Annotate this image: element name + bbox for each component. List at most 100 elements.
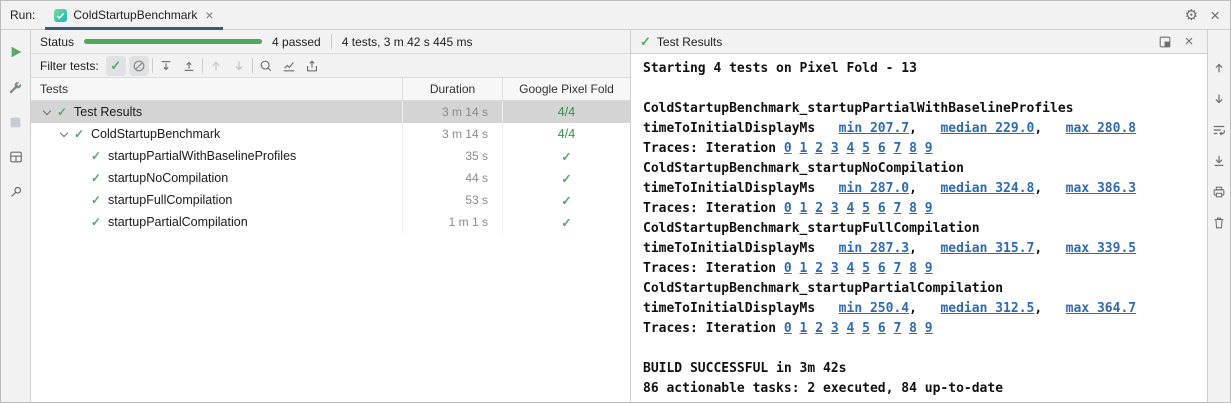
iteration-link[interactable]: 6 xyxy=(878,201,886,216)
tab-close-icon[interactable]: × xyxy=(205,8,213,22)
console-line: Traces: Iteration 0 1 2 3 4 5 6 7 8 9 xyxy=(643,259,1195,279)
console-text: Starting 4 tests on Pixel Fold - 13 xyxy=(643,61,917,76)
iteration-link[interactable]: 2 xyxy=(815,261,823,276)
iteration-link[interactable]: 2 xyxy=(815,201,823,216)
pin-icon[interactable] xyxy=(6,182,26,202)
close-console-icon[interactable]: × xyxy=(1180,33,1198,51)
console-text xyxy=(823,201,831,216)
collapse-all-icon[interactable] xyxy=(179,56,199,76)
iteration-link[interactable]: 6 xyxy=(878,261,886,276)
scroll-down-icon[interactable] xyxy=(1209,89,1229,109)
console-text xyxy=(917,141,925,156)
iteration-link[interactable]: 9 xyxy=(925,321,933,336)
export-test-results-icon[interactable] xyxy=(302,56,322,76)
build-wrench-icon[interactable] xyxy=(6,77,26,97)
show-ignored-icon[interactable] xyxy=(129,56,149,76)
show-passed-icon[interactable]: ✓ xyxy=(106,56,126,76)
statistics-icon[interactable] xyxy=(279,56,299,76)
test-name: startupFullCompilation xyxy=(108,193,232,207)
iteration-link[interactable]: 2 xyxy=(815,321,823,336)
rerun-tests-icon[interactable] xyxy=(6,42,26,62)
tree-row[interactable]: ✓Test Results3 m 14 s4/4 xyxy=(31,101,630,123)
chevron-down-icon[interactable] xyxy=(39,105,54,120)
tree-row[interactable]: ✓startupFullCompilation53 s✓ xyxy=(31,189,630,211)
iteration-link[interactable]: 0 xyxy=(784,261,792,276)
tree-row[interactable]: ✓startupNoCompilation44 s✓ xyxy=(31,167,630,189)
median-trace-link[interactable]: median 312.5 xyxy=(940,301,1034,316)
iteration-link[interactable]: 5 xyxy=(862,141,870,156)
scroll-to-end-icon[interactable] xyxy=(1209,151,1229,171)
iteration-link[interactable]: 8 xyxy=(909,261,917,276)
tab-coldstartupbenchmark[interactable]: ColdStartupBenchmark × xyxy=(45,1,222,29)
soft-wrap-icon[interactable] xyxy=(1209,120,1229,140)
column-header-device[interactable]: Google Pixel Fold xyxy=(502,78,630,100)
tree-column-headers: Tests Duration Google Pixel Fold xyxy=(31,78,630,101)
tree-row[interactable]: ✓startupPartialCompilation1 m 1 s✓ xyxy=(31,211,630,233)
column-header-tests[interactable]: Tests xyxy=(31,78,402,100)
iteration-link[interactable]: 5 xyxy=(862,201,870,216)
layout-settings-icon[interactable] xyxy=(6,147,26,167)
console-text xyxy=(643,81,651,96)
iteration-link[interactable]: 9 xyxy=(925,141,933,156)
iteration-link[interactable]: 3 xyxy=(831,201,839,216)
median-trace-link[interactable]: median 229.0 xyxy=(940,121,1034,136)
test-passed-icon: ✓ xyxy=(88,171,104,185)
test-history-icon[interactable] xyxy=(256,56,276,76)
iteration-link[interactable]: 0 xyxy=(784,201,792,216)
console-text: , xyxy=(909,121,940,136)
min-trace-link[interactable]: min 287.0 xyxy=(839,181,909,196)
iteration-link[interactable]: 3 xyxy=(831,261,839,276)
iteration-link[interactable]: 2 xyxy=(815,141,823,156)
passed-status-icon: ✓ xyxy=(640,34,651,50)
print-icon[interactable] xyxy=(1209,182,1229,202)
test-passed-icon: ✓ xyxy=(88,193,104,207)
test-name: startupPartialWithBaselineProfiles xyxy=(108,149,296,163)
tree-row[interactable]: ✓startupPartialWithBaselineProfiles35 s✓ xyxy=(31,145,630,167)
float-window-icon[interactable] xyxy=(1156,33,1174,51)
console-text: ColdStartupBenchmark_startupFullCompilat… xyxy=(643,221,980,236)
iteration-link[interactable]: 3 xyxy=(831,321,839,336)
max-trace-link[interactable]: max 364.7 xyxy=(1066,301,1136,316)
settings-gear-icon[interactable]: ⚙ xyxy=(1185,8,1198,23)
iteration-link[interactable]: 0 xyxy=(784,141,792,156)
iteration-link[interactable]: 5 xyxy=(862,321,870,336)
iteration-link[interactable]: 5 xyxy=(862,261,870,276)
iteration-link[interactable]: 0 xyxy=(784,321,792,336)
max-trace-link[interactable]: max 280.8 xyxy=(1066,121,1136,136)
min-trace-link[interactable]: min 207.7 xyxy=(839,121,909,136)
iteration-link[interactable]: 9 xyxy=(925,261,933,276)
median-trace-link[interactable]: median 315.7 xyxy=(940,241,1034,256)
console-text: timeToInitialDisplayMs xyxy=(643,301,839,316)
min-trace-link[interactable]: min 250.4 xyxy=(839,301,909,316)
chevron-down-icon[interactable] xyxy=(56,127,71,142)
passed-count: 4 passed xyxy=(272,35,321,49)
test-duration: 3 m 14 s xyxy=(402,101,502,123)
run-window-content: Status 4 passed 4 tests, 3 m 42 s 445 ms… xyxy=(1,30,1230,402)
console-text xyxy=(854,141,862,156)
clear-all-icon[interactable] xyxy=(1209,213,1229,233)
device-result: 4/4 xyxy=(502,123,630,145)
test-name: ColdStartupBenchmark xyxy=(91,127,220,141)
iteration-link[interactable]: 8 xyxy=(909,321,917,336)
tree-row[interactable]: ✓ColdStartupBenchmark3 m 14 s4/4 xyxy=(31,123,630,145)
device-result: 4/4 xyxy=(502,101,630,123)
median-trace-link[interactable]: median 324.8 xyxy=(940,181,1034,196)
iteration-link[interactable]: 8 xyxy=(909,201,917,216)
iteration-link[interactable]: 9 xyxy=(925,201,933,216)
test-name: startupPartialCompilation xyxy=(108,215,248,229)
console-text xyxy=(839,261,847,276)
test-name: Test Results xyxy=(74,105,142,119)
device-result: ✓ xyxy=(502,189,630,211)
expand-all-icon[interactable] xyxy=(156,56,176,76)
iteration-link[interactable]: 3 xyxy=(831,141,839,156)
close-icon[interactable]: × xyxy=(1210,7,1220,24)
iteration-link[interactable]: 8 xyxy=(909,141,917,156)
iteration-link[interactable]: 6 xyxy=(878,321,886,336)
max-trace-link[interactable]: max 339.5 xyxy=(1066,241,1136,256)
min-trace-link[interactable]: min 287.3 xyxy=(839,241,909,256)
scroll-up-icon[interactable] xyxy=(1209,58,1229,78)
iteration-link[interactable]: 6 xyxy=(878,141,886,156)
column-header-duration[interactable]: Duration xyxy=(402,78,502,100)
max-trace-link[interactable]: max 386.3 xyxy=(1066,181,1136,196)
indent-spacer xyxy=(73,193,88,208)
